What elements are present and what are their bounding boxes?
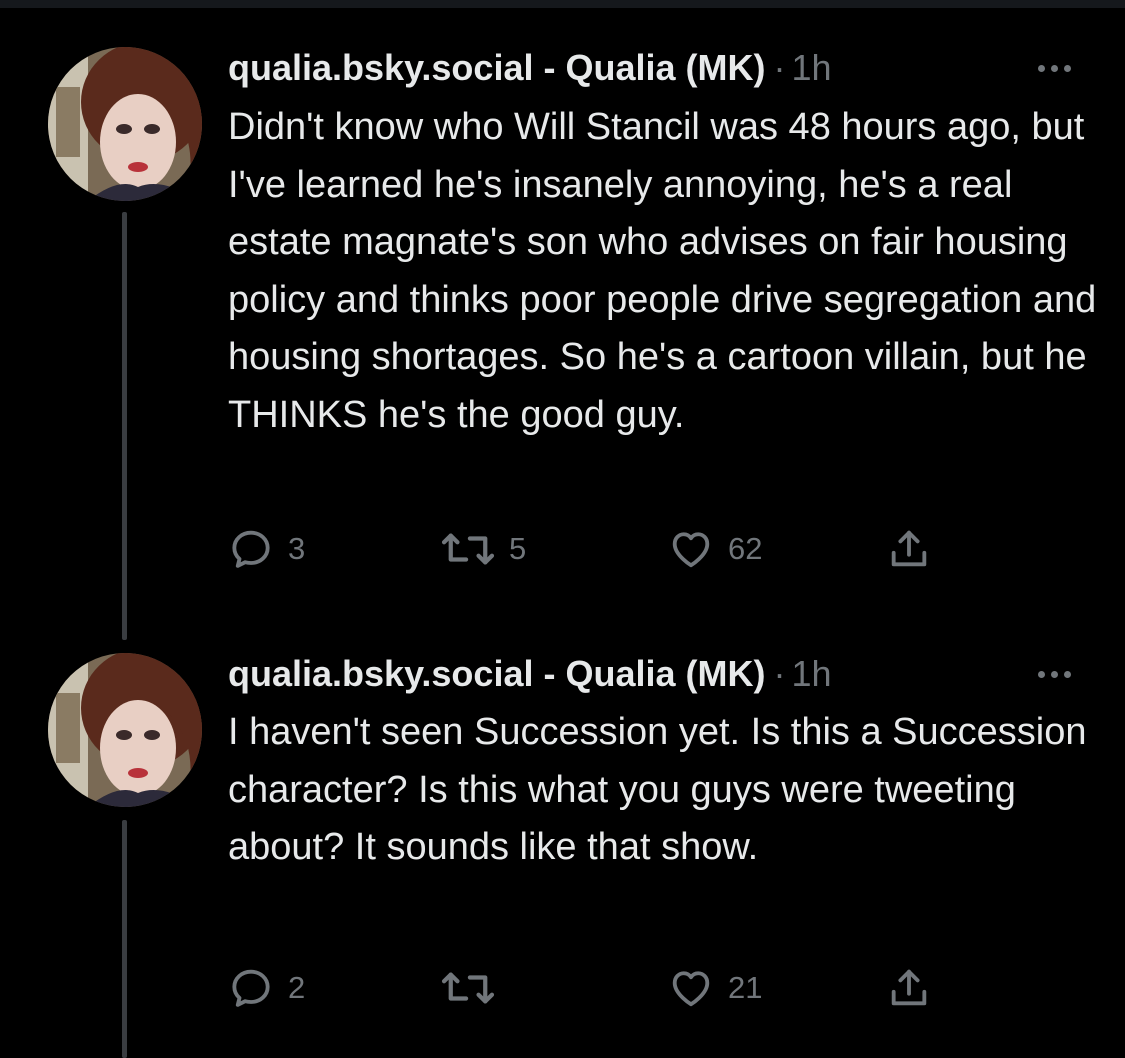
reply-icon xyxy=(232,969,270,1007)
reply-count: 2 xyxy=(288,970,306,1005)
like-count: 21 xyxy=(728,970,763,1005)
tweet[interactable]: qualia.bsky.social - Qualia (MK) · 1h Di… xyxy=(0,0,1125,640)
retweet-icon xyxy=(441,972,495,1004)
reply-icon xyxy=(232,530,270,568)
action-bar: 3 5 62 xyxy=(228,524,948,574)
share-button[interactable] xyxy=(886,963,932,1013)
heart-icon xyxy=(672,532,710,568)
reply-button[interactable]: 2 xyxy=(228,963,305,1013)
retweet-button[interactable] xyxy=(441,963,509,1013)
separator: · xyxy=(773,47,786,88)
share-icon xyxy=(891,530,927,567)
like-button[interactable]: 62 xyxy=(668,524,762,574)
tweet-text: I haven't seen Succession yet. Is this a… xyxy=(228,711,1087,868)
timestamp[interactable]: 1h xyxy=(791,46,831,90)
share-button[interactable] xyxy=(886,524,932,574)
action-bar: 2 21 xyxy=(228,963,948,1013)
like-button[interactable]: 21 xyxy=(668,963,762,1013)
more-icon[interactable] xyxy=(1034,46,1075,90)
reply-button[interactable]: 3 xyxy=(228,524,305,574)
tweet-text: Didn't know who Will Stancil was 48 hour… xyxy=(228,106,1097,436)
more-icon[interactable] xyxy=(1034,652,1075,696)
reply-count: 3 xyxy=(288,531,306,566)
like-count: 62 xyxy=(728,531,763,566)
thread-line xyxy=(122,820,127,1058)
author-name[interactable]: qualia.bsky.social - Qualia (MK) xyxy=(228,46,765,90)
share-icon xyxy=(891,969,927,1006)
tweet[interactable]: qualia.bsky.social - Qualia (MK) · 1h I … xyxy=(0,640,1125,1058)
tweet-header: qualia.bsky.social - Qualia (MK) · 1h xyxy=(228,46,1075,90)
separator: · xyxy=(773,653,786,694)
retweet-icon xyxy=(441,533,495,565)
heart-icon xyxy=(672,971,710,1007)
avatar[interactable] xyxy=(48,653,202,807)
thread-line xyxy=(122,212,127,640)
tweet-header: qualia.bsky.social - Qualia (MK) · 1h xyxy=(228,652,1075,696)
timestamp[interactable]: 1h xyxy=(791,652,831,696)
retweet-count: 5 xyxy=(509,531,527,566)
author-name[interactable]: qualia.bsky.social - Qualia (MK) xyxy=(228,652,765,696)
avatar[interactable] xyxy=(48,47,202,201)
retweet-button[interactable]: 5 xyxy=(441,524,526,574)
